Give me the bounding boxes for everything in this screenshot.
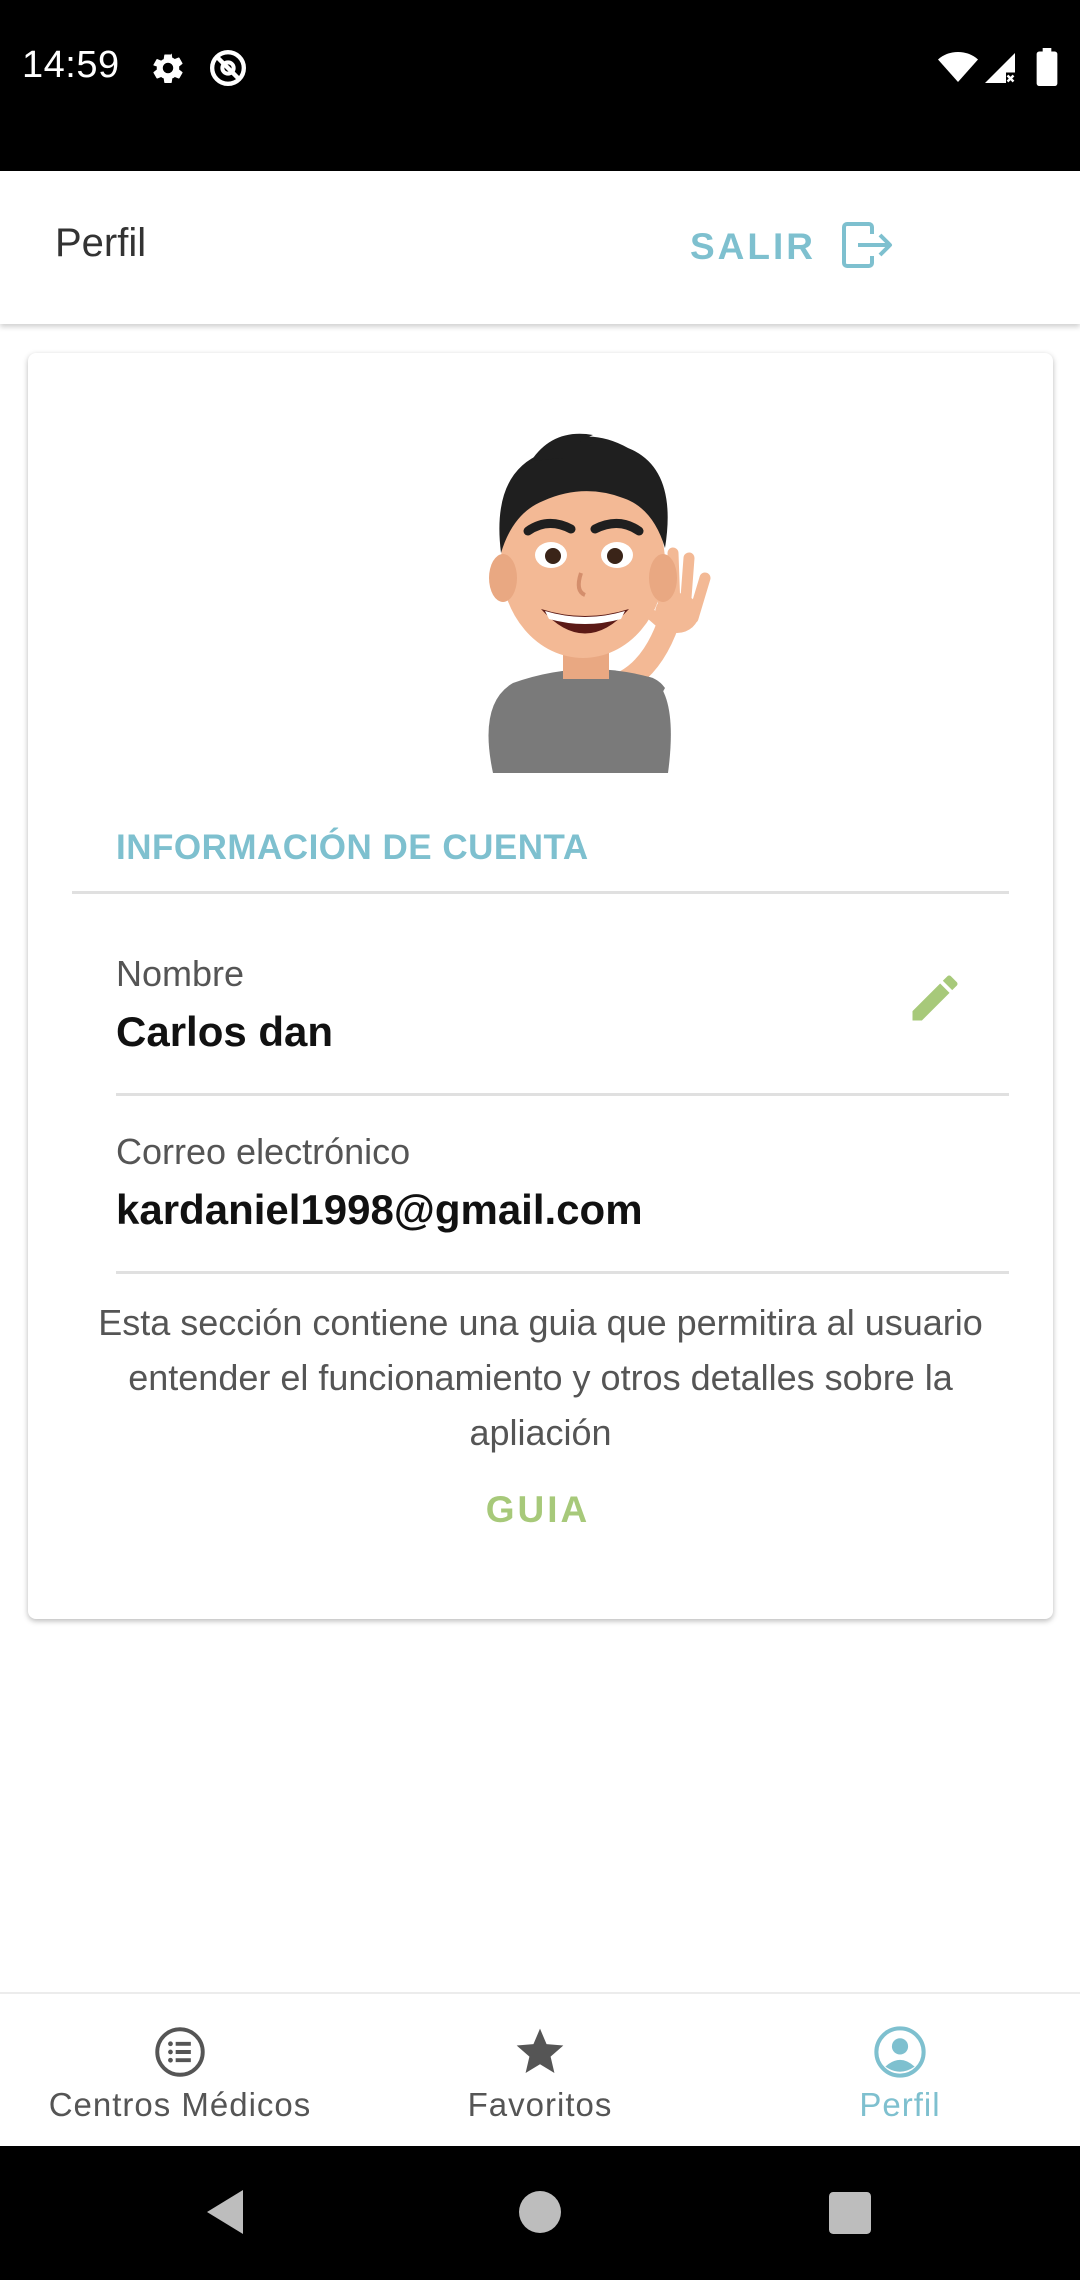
logout-label: SALIR xyxy=(690,226,816,267)
edit-name-button[interactable] xyxy=(900,965,970,1035)
logout-icon xyxy=(842,221,894,273)
system-nav-bar xyxy=(0,2146,1080,2280)
nav-item-centros-medicos[interactable]: Centros Médicos xyxy=(30,1994,330,2148)
logout-button[interactable]: SALIR xyxy=(690,209,892,285)
home-icon[interactable] xyxy=(519,2191,561,2238)
guide-button[interactable]: GUIA xyxy=(438,1489,638,1549)
list-icon xyxy=(154,2024,206,2080)
bottom-nav: Centros Médicos Favoritos Perfil xyxy=(0,1992,1080,2148)
section-title: INFORMACIÓN DE CUENTA xyxy=(116,828,589,867)
nav-item-favoritos[interactable]: Favoritos xyxy=(400,1994,680,2148)
app-bar: Perfil SALIR xyxy=(0,171,1080,324)
divider xyxy=(116,1271,1009,1274)
recents-icon[interactable] xyxy=(829,2192,871,2239)
profile-card: INFORMACIÓN DE CUENTA Nombre Carlos dan … xyxy=(28,353,1053,1619)
back-icon[interactable] xyxy=(205,2188,245,2241)
signal-icon xyxy=(982,50,1018,91)
star-icon xyxy=(511,2024,569,2080)
divider xyxy=(116,1093,1009,1096)
divider xyxy=(72,891,1009,894)
wifi-icon xyxy=(938,50,978,89)
status-time: 14:59 xyxy=(22,44,120,86)
nav-item-perfil[interactable]: Perfil xyxy=(760,1994,1040,2148)
nav-label-perfil: Perfil xyxy=(859,2086,941,2123)
email-label: Correo electrónico xyxy=(116,1131,411,1172)
battery-icon xyxy=(1036,48,1058,91)
nav-label-centros-medicos: Centros Médicos xyxy=(48,2086,312,2123)
account-circle-icon xyxy=(873,2024,927,2080)
status-bar: 14:59 xyxy=(0,0,1080,171)
gear-icon xyxy=(150,50,186,91)
name-label: Nombre xyxy=(116,953,245,994)
email-value: kardaniel1998@gmail.com xyxy=(116,1186,643,1233)
pencil-icon xyxy=(905,968,965,1033)
avatar xyxy=(433,413,743,773)
guide-description: Esta sección contiene una guia que permi… xyxy=(98,1302,983,1453)
nav-label-favoritos: Favoritos xyxy=(467,2086,613,2123)
at-sign-icon xyxy=(208,48,248,93)
name-value: Carlos dan xyxy=(116,1008,334,1055)
page-title: Perfil xyxy=(55,221,147,265)
